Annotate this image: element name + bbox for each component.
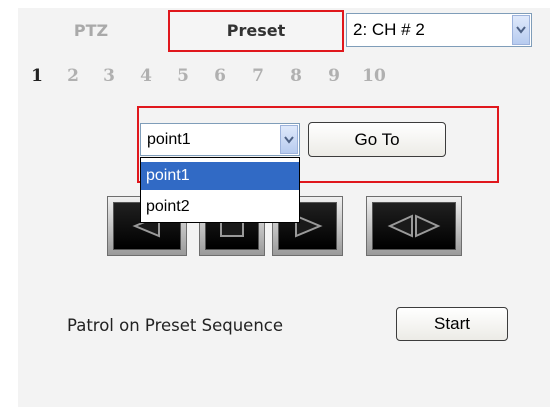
chevron-down-icon[interactable] [280, 125, 298, 154]
channel-select[interactable]: 2: CH # 2 [346, 13, 532, 47]
left-right-icon [387, 214, 441, 238]
chevron-down-icon[interactable] [512, 15, 530, 45]
patrol-label: Patrol on Preset Sequence [67, 316, 284, 335]
preset-number-7[interactable]: 7 [243, 62, 273, 90]
goto-button[interactable]: Go To [308, 122, 446, 157]
left-right-button[interactable] [366, 196, 462, 256]
preset-number-3[interactable]: 3 [94, 62, 124, 90]
preset-point-select[interactable]: point1 [140, 123, 300, 156]
preset-number-1[interactable]: 1 [22, 62, 52, 90]
channel-select-value: 2: CH # 2 [353, 20, 425, 39]
preset-number-2[interactable]: 2 [58, 62, 88, 90]
preset-point-select-value: point1 [147, 131, 191, 148]
preset-number-4[interactable]: 4 [131, 62, 161, 90]
tab-preset[interactable]: Preset [168, 10, 344, 52]
preset-number-8[interactable]: 8 [281, 62, 311, 90]
start-button[interactable]: Start [396, 307, 508, 341]
dropdown-option-point2[interactable]: point2 [141, 193, 299, 221]
tab-ptz[interactable]: PTZ [20, 10, 162, 52]
preset-point-dropdown-list: point1 point2 [140, 157, 300, 223]
preset-number-6[interactable]: 6 [205, 62, 235, 90]
dropdown-option-point1[interactable]: point1 [141, 162, 299, 190]
preset-number-5[interactable]: 5 [168, 62, 198, 90]
preset-number-10[interactable]: 10 [359, 62, 389, 90]
preset-number-9[interactable]: 9 [319, 62, 349, 90]
